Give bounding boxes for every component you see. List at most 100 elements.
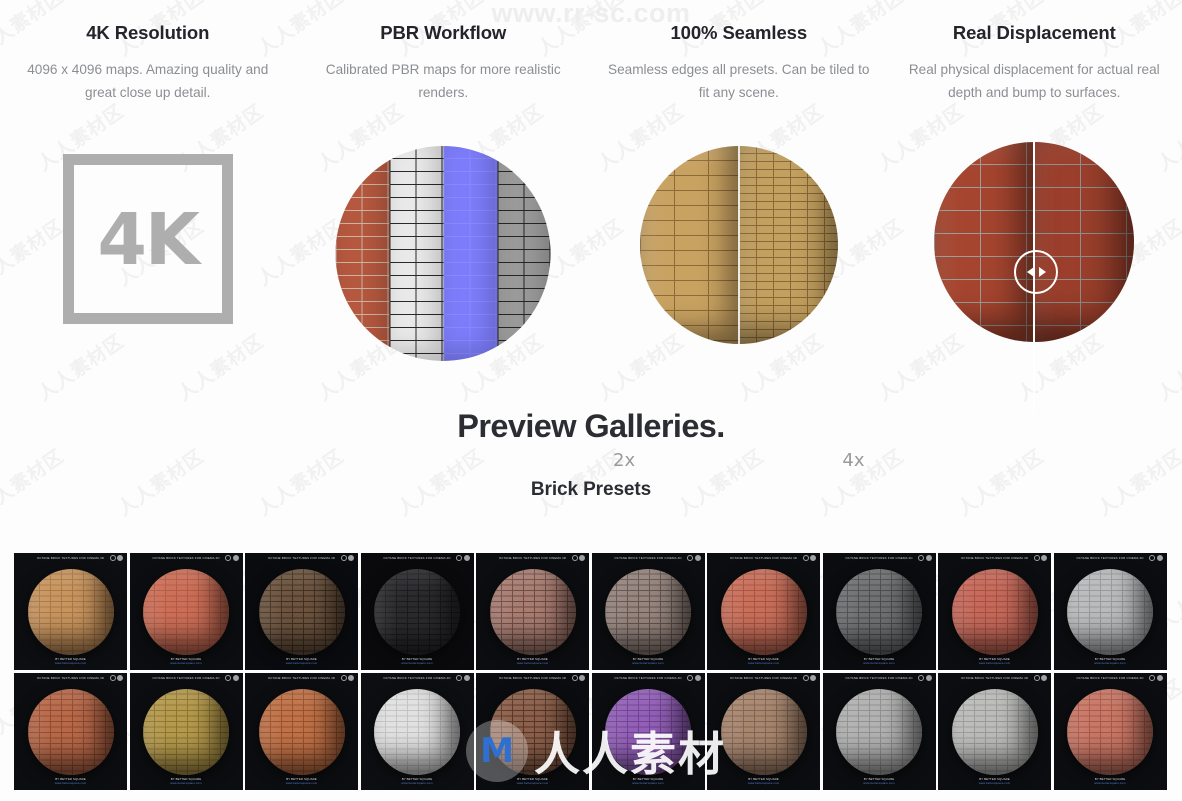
- gallery-thumbnail[interactable]: OCTANE BRICK TEXTURES FOR CINEMA 4D BY BE…: [822, 553, 936, 670]
- preset-sphere-purple-violet-brick: [605, 688, 691, 775]
- thumbnail-title: OCTANE BRICK TEXTURES FOR CINEMA 4D: [960, 556, 1029, 560]
- feature-title: 100% Seamless: [670, 22, 808, 43]
- preset-sphere-grey-mauve-brick: [605, 568, 691, 655]
- gallery-thumbnail[interactable]: OCTANE BRICK TEXTURES FOR CINEMA 4D BY BE…: [476, 553, 589, 670]
- sphere-texture: [489, 568, 576, 655]
- preset-sphere-light-stone-brick: [951, 688, 1038, 775]
- feature-real-displacement: Real Displacement Real physical displace…: [887, 22, 1182, 105]
- thumbnail-header: OCTANE BRICK TEXTURES FOR CINEMA 4D: [130, 556, 243, 560]
- gallery-thumbnail[interactable]: OCTANE BRICK TEXTURES FOR CINEMA 4D BY BE…: [129, 673, 243, 790]
- thumbnail-header: OCTANE BRICK TEXTURES FOR CINEMA 4D: [823, 676, 936, 680]
- visual-cell-seamless: 2x 4x: [591, 132, 887, 471]
- gallery-thumbnail[interactable]: OCTANE BRICK TEXTURES FOR CINEMA 4D BY BE…: [476, 673, 589, 790]
- gallery-thumbnail[interactable]: OCTANE BRICK TEXTURES FOR CINEMA 4D BY BE…: [360, 553, 474, 670]
- feature-pbr-workflow: PBR Workflow Calibrated PBR maps for mor…: [296, 22, 592, 105]
- thumbnail-title: OCTANE BRICK TEXTURES FOR CINEMA 4D: [152, 676, 220, 680]
- thumbnail-header: OCTANE BRICK TEXTURES FOR CINEMA 4D: [361, 676, 474, 680]
- seamless-divider: [737, 146, 740, 344]
- preset-sphere-tan-sand-brick: [27, 568, 114, 655]
- displacement-after: [1034, 142, 1135, 342]
- seamless-tiling-sphere-icon: [639, 146, 838, 344]
- thumbnail-header: OCTANE BRICK TEXTURES FOR CINEMA 4D: [707, 556, 820, 560]
- thumbnail-footer-url[interactable]: www.bettersquare.com: [14, 781, 127, 786]
- thumbnail-header: OCTANE BRICK TEXTURES FOR CINEMA 4D: [361, 556, 474, 560]
- seamless-tiling-2x: [639, 146, 739, 344]
- thumbnail-footer-url[interactable]: www.bettersquare.com: [707, 661, 820, 666]
- thumbnail-title: OCTANE BRICK TEXTURES FOR CINEMA 4D: [36, 556, 105, 560]
- gallery-thumbnail[interactable]: OCTANE BRICK TEXTURES FOR CINEMA 4D BY BE…: [245, 553, 358, 670]
- thumbnail-footer-url[interactable]: www.bettersquare.com: [130, 661, 243, 666]
- thumbnail-title: OCTANE BRICK TEXTURES FOR CINEMA 4D: [614, 676, 682, 680]
- gallery-thumbnail[interactable]: OCTANE BRICK TEXTURES FOR CINEMA 4D BY BE…: [360, 673, 474, 790]
- gallery-thumbnail[interactable]: OCTANE BRICK TEXTURES FOR CINEMA 4D BY BE…: [591, 553, 705, 670]
- gallery-row: OCTANE BRICK TEXTURES FOR CINEMA 4D BY BE…: [14, 553, 1168, 670]
- gallery-thumbnail[interactable]: OCTANE BRICK TEXTURES FOR CINEMA 4D BY BE…: [591, 673, 705, 790]
- comparison-slider-handle[interactable]: [1014, 250, 1059, 294]
- gallery-thumbnail[interactable]: OCTANE BRICK TEXTURES FOR CINEMA 4D BY BE…: [938, 553, 1051, 670]
- thumbnail-header: OCTANE BRICK TEXTURES FOR CINEMA 4D: [245, 556, 358, 560]
- thumbnail-footer-url[interactable]: www.bettersquare.com: [361, 661, 474, 666]
- thumbnail-title: OCTANE BRICK TEXTURES FOR CINEMA 4D: [1076, 676, 1144, 680]
- gallery-thumbnail[interactable]: OCTANE BRICK TEXTURES FOR CINEMA 4D BY BE…: [129, 553, 243, 670]
- preset-sphere-mottled-rose-brick: [489, 568, 576, 655]
- preset-sphere-light-grey-brick: [1067, 568, 1153, 655]
- pbr-band-albedo: [335, 146, 390, 361]
- thumbnail-title: OCTANE BRICK TEXTURES FOR CINEMA 4D: [729, 676, 798, 680]
- gallery-thumbnail[interactable]: OCTANE BRICK TEXTURES FOR CINEMA 4D BY BE…: [14, 673, 127, 790]
- sphere-texture: [951, 568, 1038, 655]
- thumbnail-title: OCTANE BRICK TEXTURES FOR CINEMA 4D: [498, 676, 567, 680]
- visual-cell-displacement: [887, 132, 1182, 422]
- gallery-thumbnail[interactable]: OCTANE BRICK TEXTURES FOR CINEMA 4D BY BE…: [1053, 553, 1167, 670]
- thumbnail-footer-url[interactable]: www.bettersquare.com: [476, 781, 589, 786]
- thumbnail-footer-url[interactable]: www.bettersquare.com: [476, 661, 589, 666]
- thumbnail-footer-url[interactable]: www.bettersquare.com: [1054, 661, 1167, 666]
- thumbnail-header: OCTANE BRICK TEXTURES FOR CINEMA 4D: [938, 556, 1051, 560]
- preset-sphere-terracotta-brick: [720, 568, 807, 655]
- sphere-texture: [605, 688, 691, 775]
- thumbnail-footer-url[interactable]: www.bettersquare.com: [823, 781, 936, 786]
- gallery-thumbnail[interactable]: OCTANE BRICK TEXTURES FOR CINEMA 4D BY BE…: [14, 553, 127, 670]
- preset-sphere-pale-grey-brick: [836, 688, 922, 775]
- sphere-texture: [27, 568, 114, 655]
- preset-sphere-charcoal-black-brick: [374, 568, 460, 655]
- feature-title: 4K Resolution: [86, 22, 210, 43]
- thumbnail-footer-url[interactable]: www.bettersquare.com: [592, 781, 705, 786]
- thumbnail-footer: BY BETTER SQUARE www.bettersquare.com: [245, 777, 358, 786]
- gallery-thumbnail[interactable]: OCTANE BRICK TEXTURES FOR CINEMA 4D BY BE…: [822, 673, 936, 790]
- thumbnail-footer: BY BETTER SQUARE www.bettersquare.com: [592, 777, 705, 786]
- thumbnail-footer: BY BETTER SQUARE www.bettersquare.com: [1054, 777, 1167, 786]
- thumbnail-header: OCTANE BRICK TEXTURES FOR CINEMA 4D: [707, 676, 820, 680]
- feature-4k-resolution: 4K Resolution 4096 x 4096 maps. Amazing …: [0, 22, 296, 105]
- sphere-texture: [836, 688, 922, 775]
- thumbnail-footer-url[interactable]: www.bettersquare.com: [245, 661, 358, 666]
- thumbnail-footer-url[interactable]: www.bettersquare.com: [592, 661, 705, 666]
- thumbnail-footer: BY BETTER SQUARE www.bettersquare.com: [361, 657, 474, 666]
- gallery-thumbnail[interactable]: OCTANE BRICK TEXTURES FOR CINEMA 4D BY BE…: [938, 673, 1051, 790]
- thumbnail-footer: BY BETTER SQUARE www.bettersquare.com: [14, 657, 127, 666]
- thumbnail-footer-url[interactable]: www.bettersquare.com: [938, 781, 1051, 786]
- seamless-tiling-4x: [738, 146, 838, 344]
- thumbnail-title: OCTANE BRICK TEXTURES FOR CINEMA 4D: [960, 676, 1029, 680]
- gallery-thumbnail[interactable]: OCTANE BRICK TEXTURES FOR CINEMA 4D BY BE…: [707, 553, 820, 670]
- features-row: 4K Resolution 4096 x 4096 maps. Amazing …: [0, 22, 1182, 105]
- gallery-thumbnail[interactable]: OCTANE BRICK TEXTURES FOR CINEMA 4D BY BE…: [245, 673, 358, 790]
- gallery-thumbnail[interactable]: OCTANE BRICK TEXTURES FOR CINEMA 4D BY BE…: [707, 673, 820, 790]
- thumbnail-footer-url[interactable]: www.bettersquare.com: [130, 781, 243, 786]
- visual-cell-pbr: [296, 132, 592, 422]
- thumbnail-footer-url[interactable]: www.bettersquare.com: [361, 781, 474, 786]
- thumbnail-footer-url[interactable]: www.bettersquare.com: [707, 781, 820, 786]
- sphere-texture: [374, 688, 460, 775]
- pbr-band-displacement: [497, 146, 551, 361]
- pbr-band-normal: [443, 146, 497, 361]
- thumbnail-footer-url[interactable]: www.bettersquare.com: [245, 781, 358, 786]
- gallery-thumbnail[interactable]: OCTANE BRICK TEXTURES FOR CINEMA 4D BY BE…: [1053, 673, 1167, 790]
- thumbnail-footer-url[interactable]: www.bettersquare.com: [1054, 781, 1167, 786]
- thumbnail-header: OCTANE BRICK TEXTURES FOR CINEMA 4D: [1054, 676, 1167, 680]
- feature-description: Seamless edges all presets. Can be tiled…: [608, 62, 870, 101]
- thumbnail-footer-url[interactable]: www.bettersquare.com: [14, 661, 127, 666]
- thumbnail-footer: BY BETTER SQUARE www.bettersquare.com: [707, 657, 820, 666]
- sphere-texture: [27, 688, 114, 775]
- thumbnail-footer-url[interactable]: www.bettersquare.com: [823, 661, 936, 666]
- thumbnail-footer-url[interactable]: www.bettersquare.com: [938, 661, 1051, 666]
- thumbnail-footer: BY BETTER SQUARE www.bettersquare.com: [707, 777, 820, 786]
